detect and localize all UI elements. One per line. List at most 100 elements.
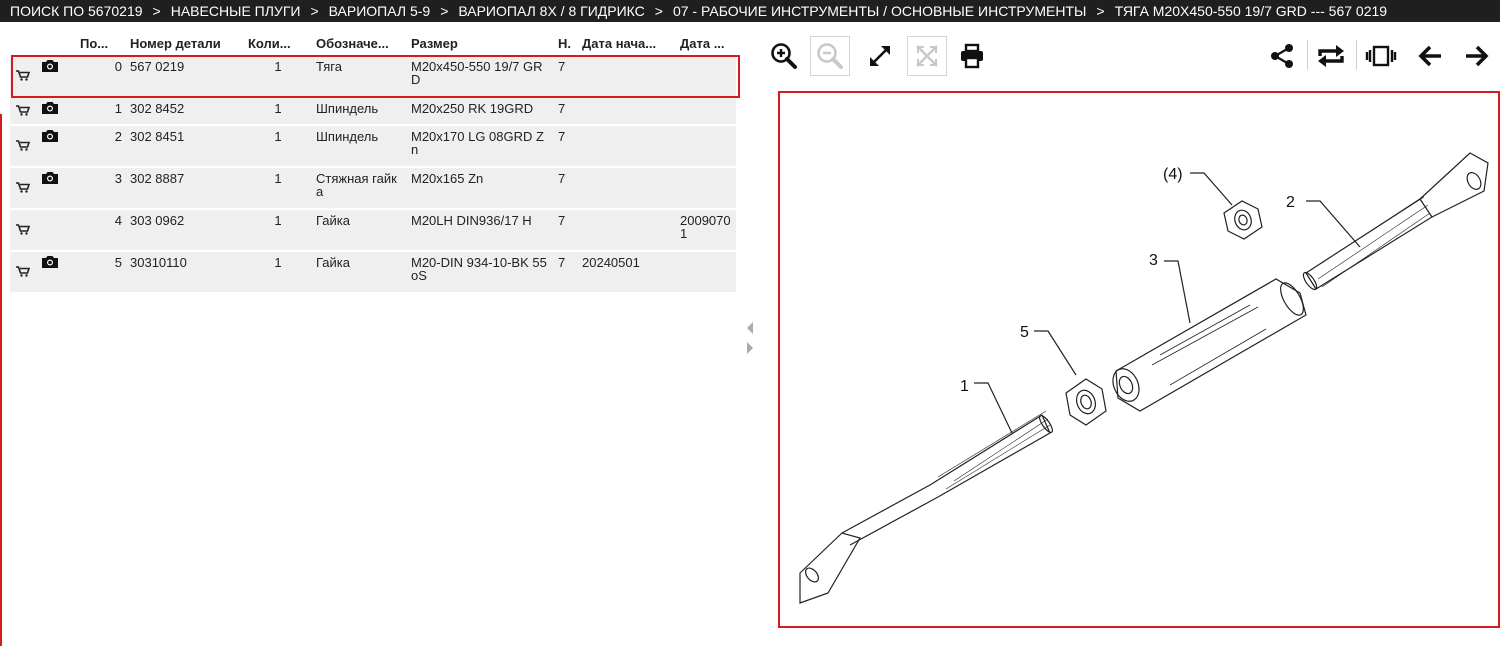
cart-icon[interactable] (16, 70, 30, 81)
cart-cell[interactable] (10, 126, 36, 166)
breadcrumb-separator: > (440, 3, 449, 19)
zoom-out-button[interactable] (810, 36, 850, 76)
cell-date-end (676, 98, 736, 124)
cart-icon[interactable] (16, 140, 30, 151)
camera-icon[interactable] (42, 59, 58, 72)
collapse-right-icon[interactable] (747, 342, 753, 354)
header-cart (10, 32, 36, 54)
cell-date-start (578, 126, 676, 166)
camera-icon[interactable] (42, 101, 58, 114)
pane-splitter[interactable] (745, 320, 755, 360)
share-button[interactable] (1262, 36, 1302, 76)
cell-date-start (578, 168, 676, 208)
table-row[interactable]: 4 303 0962 1 Гайка M20LH DIN936/17 H 7 2… (10, 210, 736, 250)
table-row[interactable]: 1 302 8452 1 Шпиндель M20x250 RK 19GRD 7 (10, 98, 736, 124)
table-row[interactable]: 3 302 8887 1 Стяжная гайка M20x165 Zn 7 (10, 168, 736, 208)
zoom-out-icon (817, 43, 843, 69)
breadcrumb-item[interactable]: ПОИСК ПО 5670219 (10, 0, 143, 22)
cart-cell[interactable] (10, 252, 36, 292)
repeat-button[interactable] (1311, 36, 1351, 76)
cart-cell[interactable] (10, 98, 36, 124)
cell-part-no: 302 8887 (126, 168, 244, 208)
cart-icon[interactable] (16, 105, 30, 116)
cart-cell[interactable] (10, 210, 36, 250)
callout-3[interactable]: 3 (1149, 252, 1158, 269)
cart-icon[interactable] (16, 182, 30, 193)
cell-name: Гайка (312, 210, 407, 250)
callout-1[interactable]: 1 (960, 378, 969, 395)
parts-table: По... Номер детали Коли... Обозначе... Р… (10, 30, 736, 294)
previous-button[interactable] (1410, 36, 1450, 76)
arrow-right-icon (1466, 45, 1489, 67)
diagram-part-4[interactable] (1223, 200, 1263, 240)
breadcrumb-item[interactable]: ВАРИОПАЛ 5-9 (329, 0, 431, 22)
photo-cell[interactable] (36, 126, 76, 166)
diagram-pane: 1 2 3 (4) 5 (762, 22, 1500, 646)
photo-cell[interactable] (36, 168, 76, 208)
diagram-canvas: 1 2 3 (4) 5 (799, 152, 1489, 604)
photo-cell[interactable] (36, 56, 76, 96)
cell-pos: 5 (76, 252, 126, 292)
diagram-part-2[interactable] (1301, 152, 1489, 291)
expand-icon (870, 46, 890, 66)
cell-date-start (578, 210, 676, 250)
share-icon (1271, 44, 1293, 68)
print-button[interactable] (952, 36, 992, 76)
header-name[interactable]: Обозначе... (312, 32, 407, 54)
camera-icon[interactable] (42, 171, 58, 184)
collapse-left-icon[interactable] (747, 322, 753, 334)
callout-4[interactable]: (4) (1163, 166, 1183, 183)
cell-part-no: 567 0219 (126, 56, 244, 96)
breadcrumb: ПОИСК ПО 5670219 > НАВЕСНЫЕ ПЛУГИ > ВАРИОПАЛ… (0, 0, 1500, 22)
cell-date-end (676, 252, 736, 292)
cart-cell[interactable] (10, 56, 36, 96)
callout-2[interactable]: 2 (1286, 194, 1295, 211)
table-row[interactable]: 5 30310110 1 Гайка M20-DIN 934-10-BK 55o… (10, 252, 736, 292)
header-pos[interactable]: По... (76, 32, 126, 54)
breadcrumb-item[interactable]: 07 - РАБОЧИЕ ИНСТРУМЕНТЫ / ОСНОВНЫЕ ИНСТ… (673, 0, 1086, 22)
cart-icon[interactable] (16, 224, 30, 235)
header-size[interactable]: Размер (407, 32, 554, 54)
camera-icon[interactable] (42, 255, 58, 268)
photo-cell[interactable] (36, 252, 76, 292)
cell-date-end (676, 126, 736, 166)
fullscreen-button[interactable] (860, 36, 900, 76)
diagram-part-3[interactable] (1108, 278, 1308, 412)
breadcrumb-separator: > (654, 3, 663, 19)
table-row[interactable]: 2 302 8451 1 Шпиндель M20x170 LG 08GRD Z… (10, 126, 736, 166)
exploded-diagram[interactable]: 1 2 3 (4) 5 (778, 91, 1500, 628)
cart-cell[interactable] (10, 168, 36, 208)
header-n[interactable]: Н. (554, 32, 578, 54)
cell-size: M20x170 LG 08GRD Zn (407, 126, 554, 166)
cell-date-end: 20090701 (676, 210, 736, 250)
camera-icon[interactable] (42, 129, 58, 142)
photo-cell[interactable] (36, 98, 76, 124)
header-date-start[interactable]: Дата нача... (578, 32, 676, 54)
cell-part-no: 303 0962 (126, 210, 244, 250)
fit-button[interactable] (907, 36, 947, 76)
cell-date-start (578, 56, 676, 96)
cell-n: 7 (554, 168, 578, 208)
callout-5[interactable]: 5 (1020, 324, 1029, 341)
zoom-in-button[interactable] (764, 36, 804, 76)
cell-pos: 3 (76, 168, 126, 208)
header-date-end[interactable]: Дата ... (676, 32, 736, 54)
breadcrumb-item[interactable]: ВАРИОПАЛ 8X / 8 ГИДРИКС (458, 0, 644, 22)
header-part-no[interactable]: Номер детали (126, 32, 244, 54)
diagram-part-1[interactable] (799, 410, 1055, 604)
diagram-part-5[interactable] (1065, 378, 1107, 426)
breadcrumb-item[interactable]: НАВЕСНЫЕ ПЛУГИ (171, 0, 301, 22)
header-qty[interactable]: Коли... (244, 32, 312, 54)
leader-line-5 (1034, 330, 1077, 376)
cart-icon[interactable] (16, 266, 30, 277)
cell-name: Шпиндель (312, 98, 407, 124)
carousel-icon (1365, 45, 1397, 67)
cell-date-end (676, 168, 736, 208)
cell-pos: 2 (76, 126, 126, 166)
cell-qty: 1 (244, 56, 312, 96)
fit-icon (916, 45, 938, 67)
next-button[interactable] (1457, 36, 1497, 76)
table-row[interactable]: 0 567 0219 1 Тяга M20x450-550 19/7 GRD 7 (10, 56, 736, 96)
carousel-button[interactable] (1361, 36, 1401, 76)
breadcrumb-separator: > (1096, 3, 1105, 19)
